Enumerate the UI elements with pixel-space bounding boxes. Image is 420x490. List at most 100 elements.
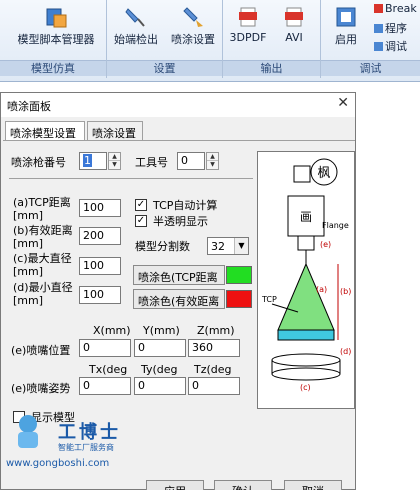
checkmark-icon: ✓ xyxy=(136,199,146,210)
model-division-select[interactable]: 32 ▼ xyxy=(207,237,249,255)
y-header: Y(mm) xyxy=(143,324,180,337)
max-diameter-label: (c)最大直径 [mm] xyxy=(13,252,72,278)
effective-distance-input[interactable]: 200 xyxy=(79,227,121,245)
up-arrow-icon: ▲ xyxy=(109,153,120,161)
svg-text:(e): (e) xyxy=(320,240,331,249)
tool-number-label: 工具号 xyxy=(135,156,168,169)
spray-color-tcp-button[interactable]: 喷涂色(TCP距离 xyxy=(133,265,225,285)
svg-text:(c): (c) xyxy=(300,383,311,392)
spray-color-effective-button[interactable]: 喷涂色(有效距离 xyxy=(133,289,225,309)
chevron-down-icon: ▼ xyxy=(234,238,248,254)
group-label-output: 输出 xyxy=(223,60,320,76)
gun-char: 枫 xyxy=(317,166,330,181)
tab-spray-settings[interactable]: 喷涂设置 xyxy=(87,121,143,141)
semi-transparent-label: 半透明显示 xyxy=(153,215,208,228)
script-manager-label: 模型脚本管理器 xyxy=(17,33,95,46)
tx-header: Tx(deg xyxy=(89,363,128,376)
nozzle-position-label: (e)喷嘴位置 xyxy=(11,344,71,357)
spray-settings-label: 喷涂设置 xyxy=(171,33,215,46)
pdf-label: 3DPDF xyxy=(229,31,267,44)
down-arrow-icon: ▼ xyxy=(210,161,215,168)
gun-body-char: 画 xyxy=(300,210,312,224)
break-item[interactable]: Break xyxy=(374,2,417,15)
watermark-brand: 工博士 xyxy=(58,422,121,443)
enable-button[interactable]: 启用 xyxy=(326,6,366,47)
group-label-debug: 调试 xyxy=(321,60,420,76)
nozzle-tx-input[interactable]: 0 xyxy=(79,377,131,395)
group-label-simulation: 模型仿真 xyxy=(0,60,106,76)
watermark-url: www.gongboshi.com xyxy=(6,458,110,469)
debug-item[interactable]: 调试 xyxy=(374,38,407,54)
svg-text:(b): (b) xyxy=(340,287,351,296)
spray-gun-illustration: 枫 画 Flange TCP (e) (a) (b) (d) (c) xyxy=(261,158,351,392)
program-label: 程序 xyxy=(385,22,407,35)
up-arrow-icon: ▲ xyxy=(207,153,218,161)
debug-icon xyxy=(374,42,383,51)
gun-number-label: 喷涂枪番号 xyxy=(11,156,66,169)
spray-settings-button[interactable]: 喷涂设置 xyxy=(165,6,221,47)
tool-number-stepper[interactable]: ▲ ▼ xyxy=(206,152,219,170)
tcp-auto-checkbox[interactable]: ✓ xyxy=(135,199,147,211)
tcp-auto-label: TCP自动计算 xyxy=(153,199,218,212)
spray-settings-icon xyxy=(183,7,203,27)
avi-label: AVI xyxy=(285,31,303,44)
spray-diagram: 枫 画 Flange TCP (e) (a) (b) (d) (c) xyxy=(257,151,355,409)
break-label: Break xyxy=(385,2,417,15)
robot-logo-icon xyxy=(18,415,38,448)
script-manager-button[interactable]: 模型脚本管理器 xyxy=(2,6,110,47)
start-detect-button[interactable]: 始端检出 xyxy=(108,6,164,47)
ok-button[interactable]: 确认 xyxy=(214,480,272,490)
ribbon-toolbar: 模型脚本管理器 始端检出 喷涂设置 3DPDF AVI 启用 Break 程序 … xyxy=(0,0,420,82)
x-header: X(mm) xyxy=(93,324,131,337)
ty-header: Ty(deg xyxy=(141,363,178,376)
tcp-distance-label: (a)TCP距离 [mm] xyxy=(13,196,71,222)
nozzle-orientation-label: (e)喷嘴姿势 xyxy=(11,382,71,395)
avi-icon xyxy=(285,7,303,27)
tab-spray-model-settings[interactable]: 喷涂模型设置 xyxy=(5,121,85,142)
spray-color-effective-swatch[interactable] xyxy=(226,290,252,308)
semi-transparent-checkbox[interactable]: ✓ xyxy=(135,215,147,227)
watermark: 工博士 智能工厂服务商 www.gongboshi.com xyxy=(6,410,146,488)
spray-color-tcp-swatch[interactable] xyxy=(226,266,252,284)
group-label-settings: 设置 xyxy=(107,60,222,76)
watermark-tagline: 智能工厂服务商 xyxy=(58,443,114,452)
debug-label: 调试 xyxy=(385,40,407,53)
model-division-value: 32 xyxy=(211,240,225,253)
avi-button[interactable]: AVI xyxy=(276,6,312,44)
program-item[interactable]: 程序 xyxy=(374,20,407,36)
tcp-label: TCP xyxy=(261,295,277,304)
gun-number-stepper[interactable]: ▲ ▼ xyxy=(108,152,121,170)
apply-button[interactable]: 应用 xyxy=(146,480,204,490)
gun-number-input[interactable]: 1 xyxy=(79,152,107,170)
break-icon xyxy=(374,4,383,13)
nozzle-x-input[interactable]: 0 xyxy=(79,339,131,357)
enable-label: 启用 xyxy=(335,33,357,46)
nozzle-y-input[interactable]: 0 xyxy=(134,339,186,357)
nozzle-z-input[interactable]: 360 xyxy=(188,339,240,357)
svg-text:(d): (d) xyxy=(340,347,351,356)
min-diameter-label: (d)最小直径 [mm] xyxy=(13,281,73,307)
cancel-button[interactable]: 取消 xyxy=(284,480,342,490)
tz-header: Tz(deg xyxy=(194,363,232,376)
program-icon xyxy=(374,24,383,33)
nozzle-ty-input[interactable]: 0 xyxy=(134,377,186,395)
start-detect-label: 始端检出 xyxy=(114,33,158,46)
dialog-titlebar: 喷涂面板 ✕ xyxy=(1,93,355,117)
z-header: Z(mm) xyxy=(197,324,235,337)
tool-number-input[interactable]: 0 xyxy=(177,152,205,170)
pdf-button[interactable]: 3DPDF xyxy=(228,6,268,44)
tcp-distance-input[interactable]: 100 xyxy=(79,199,121,217)
checkmark-icon: ✓ xyxy=(136,215,146,226)
min-diameter-input[interactable]: 100 xyxy=(79,286,121,304)
svg-text:(a): (a) xyxy=(316,285,327,294)
flange-label: Flange xyxy=(322,221,349,230)
max-diameter-input[interactable]: 100 xyxy=(79,257,121,275)
section-divider xyxy=(9,178,253,179)
start-detect-icon xyxy=(125,8,145,27)
model-division-label: 模型分割数 xyxy=(135,240,190,253)
nozzle-tz-input[interactable]: 0 xyxy=(188,377,240,395)
down-arrow-icon: ▼ xyxy=(112,161,117,168)
script-manager-icon xyxy=(46,8,67,28)
close-icon[interactable]: ✕ xyxy=(337,95,349,111)
effective-distance-label: (b)有效距离 [mm] xyxy=(13,224,73,250)
